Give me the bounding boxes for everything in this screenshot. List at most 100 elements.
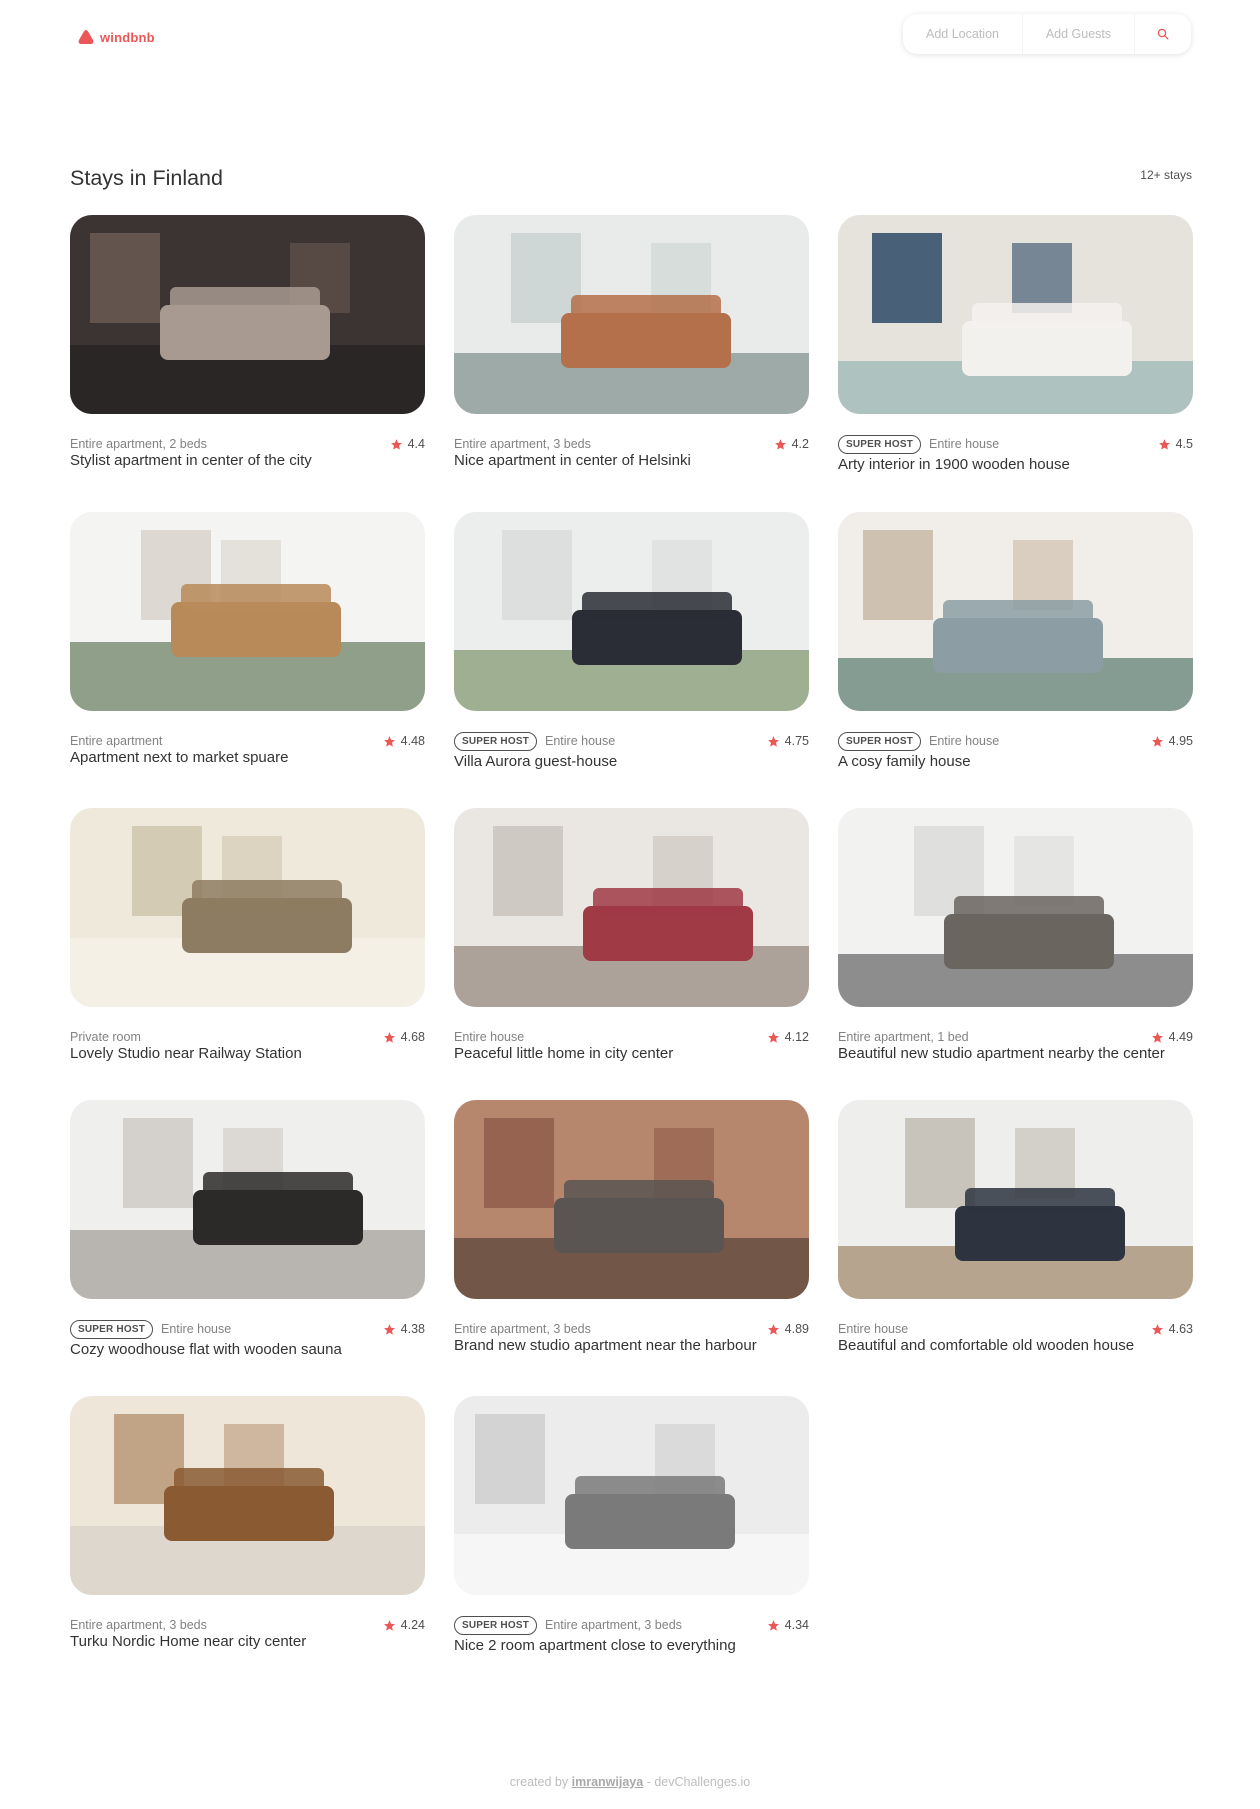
stay-title[interactable]: Apartment next to market spuare — [70, 749, 288, 766]
stay-photo[interactable] — [838, 1100, 1193, 1299]
star-icon — [767, 1031, 779, 1043]
rating-value: 4.4 — [407, 437, 425, 451]
stay-title[interactable]: Arty interior in 1900 wooden house — [838, 456, 1070, 473]
superhost-badge: SUPER HOST — [70, 1319, 154, 1339]
stay-title[interactable]: Brand new studio apartment near the harb… — [454, 1337, 757, 1354]
stay-rating: 4.12 — [767, 1030, 809, 1044]
stay-photo[interactable] — [70, 1100, 425, 1299]
stay-card[interactable]: Entire apartment, 3 beds 4.2 Nice apartmen… — [454, 215, 809, 469]
rating-value: 4.68 — [400, 1030, 425, 1044]
stay-type: Entire apartment, 3 beds — [454, 1322, 591, 1336]
stay-meta: SUPER HOST Entire house 4.95 — [838, 731, 1193, 751]
stay-type: Entire apartment, 2 beds — [70, 437, 207, 451]
stay-title[interactable]: Cozy woodhouse flat with wooden sauna — [70, 1341, 342, 1358]
brand-logo[interactable]: windbnb — [78, 27, 155, 47]
stay-photo[interactable] — [454, 1396, 809, 1595]
stay-card[interactable]: SUPER HOST Entire house 4.38 Cozy woodhouse… — [70, 1100, 425, 1358]
stay-card[interactable]: Entire apartment, 3 beds 4.89 Brand new st… — [454, 1100, 809, 1354]
stay-meta: Entire apartment 4.48 — [70, 731, 425, 751]
stay-title[interactable]: Lovely Studio near Railway Station — [70, 1045, 302, 1062]
guests-field[interactable]: Add Guests — [1023, 14, 1135, 54]
stay-photo[interactable] — [454, 512, 809, 711]
stay-card[interactable]: SUPER HOST Entire apartment, 3 beds 4.34 Ni… — [454, 1396, 809, 1654]
rating-value: 4.24 — [400, 1618, 425, 1632]
stay-card[interactable]: Entire house 4.12 Peaceful little home in … — [454, 808, 809, 1062]
search-bar[interactable]: Add Location Add Guests — [903, 14, 1191, 54]
stay-photo[interactable] — [454, 215, 809, 414]
stay-type: Entire house — [929, 734, 1000, 748]
rating-value: 4.12 — [784, 1030, 809, 1044]
stay-rating: 4.2 — [774, 437, 809, 451]
stay-photo[interactable] — [70, 512, 425, 711]
stay-meta: SUPER HOST Entire house 4.5 — [838, 434, 1193, 454]
footer-author-link[interactable]: imranwijaya — [572, 1775, 644, 1789]
stay-meta: Entire apartment, 1 bed 4.49 — [838, 1027, 1193, 1047]
stay-title[interactable]: Stylist apartment in center of the city — [70, 452, 312, 469]
star-icon — [383, 1619, 395, 1631]
stay-photo[interactable] — [838, 215, 1193, 414]
stay-photo[interactable] — [70, 1396, 425, 1595]
footer: created by imranwijaya - devChallenges.i… — [0, 1775, 1260, 1789]
rating-value: 4.89 — [784, 1322, 809, 1336]
stay-title[interactable]: Nice apartment in center of Helsinki — [454, 452, 691, 469]
rating-value: 4.2 — [791, 437, 809, 451]
stay-card[interactable]: Entire apartment, 3 beds 4.24 Turku Nordic… — [70, 1396, 425, 1650]
stay-meta: SUPER HOST Entire house 4.75 — [454, 731, 809, 751]
stay-card[interactable]: Entire apartment, 1 bed 4.49 Beautiful new… — [838, 808, 1193, 1062]
superhost-badge: SUPER HOST — [454, 1615, 538, 1635]
rating-value: 4.95 — [1168, 734, 1193, 748]
stay-rating: 4.4 — [390, 437, 425, 451]
stay-title[interactable]: Villa Aurora guest-house — [454, 753, 617, 770]
stay-type: Entire apartment, 1 bed — [838, 1030, 969, 1044]
stay-meta: Entire apartment, 3 beds 4.24 — [70, 1615, 425, 1635]
stay-photo[interactable] — [838, 808, 1193, 1007]
star-icon — [383, 1323, 395, 1335]
stay-type: Entire apartment, 3 beds — [70, 1618, 207, 1632]
stay-photo[interactable] — [70, 808, 425, 1007]
stay-photo[interactable] — [454, 1100, 809, 1299]
stay-title[interactable]: Peaceful little home in city center — [454, 1045, 673, 1062]
stay-type: Entire apartment, 3 beds — [454, 437, 591, 451]
stay-meta: SUPER HOST Entire apartment, 3 beds 4.34 — [454, 1615, 809, 1635]
footer-suffix: - devChallenges.io — [646, 1775, 751, 1789]
rating-value: 4.49 — [1168, 1030, 1193, 1044]
stay-type: Entire house — [454, 1030, 525, 1044]
stay-card[interactable]: SUPER HOST Entire house 4.75 Villa Aurora g… — [454, 512, 809, 770]
page-title: Stays in Finland — [70, 166, 223, 190]
logo-icon — [78, 30, 94, 44]
stay-card[interactable]: Entire apartment 4.48 Apartment next to ma… — [70, 512, 425, 766]
stay-card[interactable]: Private room 4.68 Lovely Studio near Railw… — [70, 808, 425, 1062]
stay-meta: Entire house 4.63 — [838, 1319, 1193, 1339]
star-icon — [767, 1619, 779, 1631]
superhost-badge: SUPER HOST — [454, 731, 538, 751]
stay-card[interactable]: Entire apartment, 2 beds 4.4 Stylist apart… — [70, 215, 425, 469]
stay-type: Entire house — [838, 1322, 909, 1336]
stay-photo[interactable] — [838, 512, 1193, 711]
stay-rating: 4.95 — [1151, 734, 1193, 748]
stay-card[interactable]: SUPER HOST Entire house 4.5 Arty interior i… — [838, 215, 1193, 473]
star-icon — [1158, 438, 1170, 450]
stay-type: Entire house — [929, 437, 1000, 451]
stay-title[interactable]: Nice 2 room apartment close to everythin… — [454, 1637, 736, 1654]
stay-rating: 4.38 — [383, 1322, 425, 1336]
stay-title[interactable]: A cosy family house — [838, 753, 971, 770]
stay-title[interactable]: Beautiful new studio apartment nearby th… — [838, 1045, 1165, 1062]
search-icon — [1157, 28, 1169, 40]
stay-type: Entire apartment, 3 beds — [545, 1618, 682, 1632]
stay-card[interactable]: Entire house 4.63 Beautiful and comfortabl… — [838, 1100, 1193, 1354]
stay-title[interactable]: Beautiful and comfortable old wooden hou… — [838, 1337, 1134, 1354]
search-button[interactable] — [1135, 14, 1191, 54]
superhost-badge: SUPER HOST — [838, 434, 922, 454]
stay-title[interactable]: Turku Nordic Home near city center — [70, 1633, 306, 1650]
stay-photo[interactable] — [454, 808, 809, 1007]
rating-value: 4.63 — [1168, 1322, 1193, 1336]
stay-card[interactable]: SUPER HOST Entire house 4.95 A cosy family … — [838, 512, 1193, 770]
footer-prefix: created by — [509, 1775, 569, 1789]
stay-meta: Entire apartment, 3 beds 4.89 — [454, 1319, 809, 1339]
location-field[interactable]: Add Location — [903, 14, 1023, 54]
star-icon — [774, 438, 786, 450]
stay-meta: SUPER HOST Entire house 4.38 — [70, 1319, 425, 1339]
stay-photo[interactable] — [70, 215, 425, 414]
star-icon — [383, 1031, 395, 1043]
stay-rating: 4.34 — [767, 1618, 809, 1632]
